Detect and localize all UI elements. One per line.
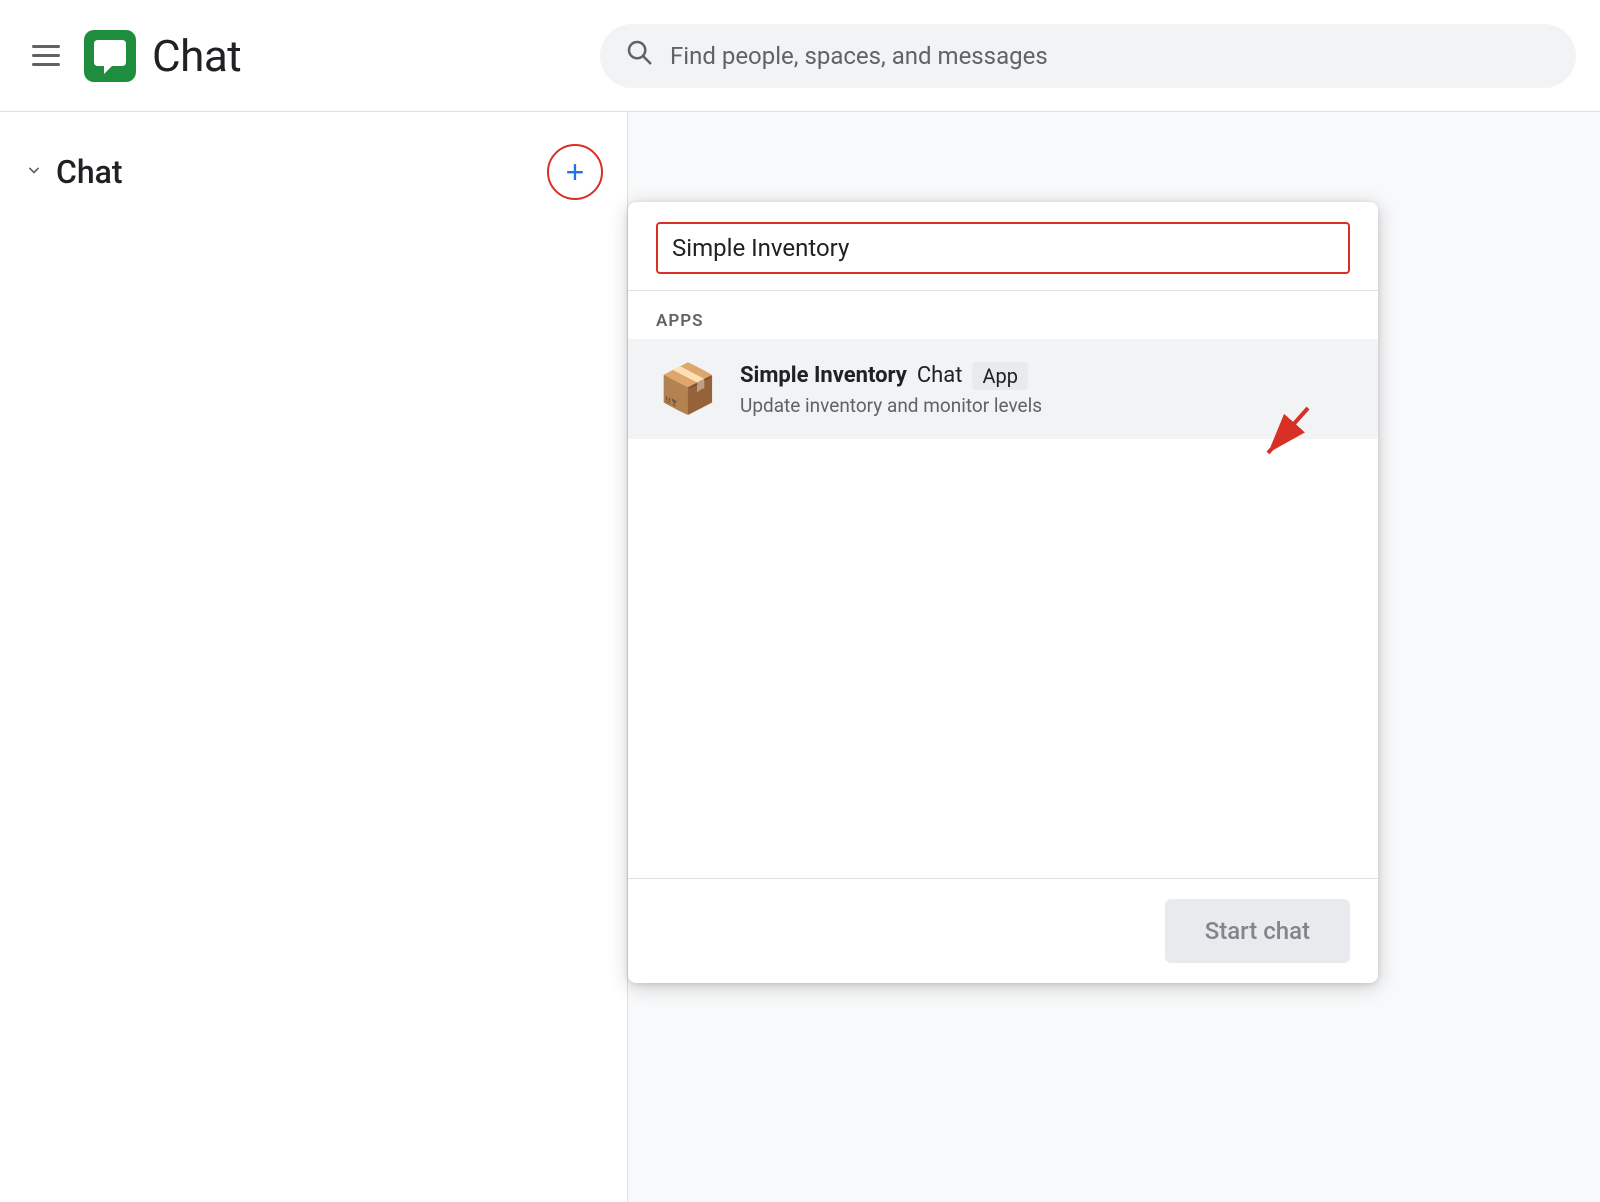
app-type-chat: Chat — [917, 363, 963, 388]
chat-section-header: Chat + — [0, 112, 627, 232]
header: Chat Find people, spaces, and messages — [0, 0, 1600, 112]
red-arrow-annotation — [1238, 398, 1318, 478]
add-chat-button[interactable]: + — [547, 144, 603, 200]
sidebar: Chat + APPS 📦 Simple Inventory — [0, 112, 628, 1202]
chat-logo-icon — [84, 30, 136, 82]
dropdown-footer: Start chat — [628, 879, 1378, 983]
dropdown-search-row — [628, 202, 1378, 291]
app-icon-wrapper: 📦 — [656, 357, 720, 421]
new-chat-dropdown: APPS 📦 Simple Inventory Chat App Update … — [628, 202, 1378, 983]
menu-line-3 — [32, 63, 60, 66]
dropdown-spacer — [628, 439, 1378, 879]
app-badge: App — [972, 362, 1028, 390]
dropdown-search-input[interactable] — [656, 222, 1350, 274]
apps-section-label: APPS — [628, 291, 1378, 339]
search-placeholder-text: Find people, spaces, and messages — [670, 42, 1048, 70]
hamburger-menu-icon[interactable] — [24, 37, 68, 74]
app-icon: 📦 — [658, 365, 718, 413]
chevron-down-icon[interactable] — [24, 160, 44, 185]
start-chat-button[interactable]: Start chat — [1165, 899, 1350, 963]
app-name: Simple Inventory — [740, 363, 907, 388]
chat-section-label: Chat — [56, 153, 535, 191]
app-title: Chat — [152, 30, 241, 82]
search-bar[interactable]: Find people, spaces, and messages — [600, 24, 1576, 88]
plus-icon: + — [566, 156, 585, 188]
main-layout: Chat + APPS 📦 Simple Inventory — [0, 112, 1600, 1202]
header-left: Chat — [24, 30, 584, 82]
app-name-row: Simple Inventory Chat App — [740, 362, 1350, 390]
menu-line-1 — [32, 45, 60, 48]
search-icon — [624, 37, 654, 74]
menu-line-2 — [32, 54, 60, 57]
